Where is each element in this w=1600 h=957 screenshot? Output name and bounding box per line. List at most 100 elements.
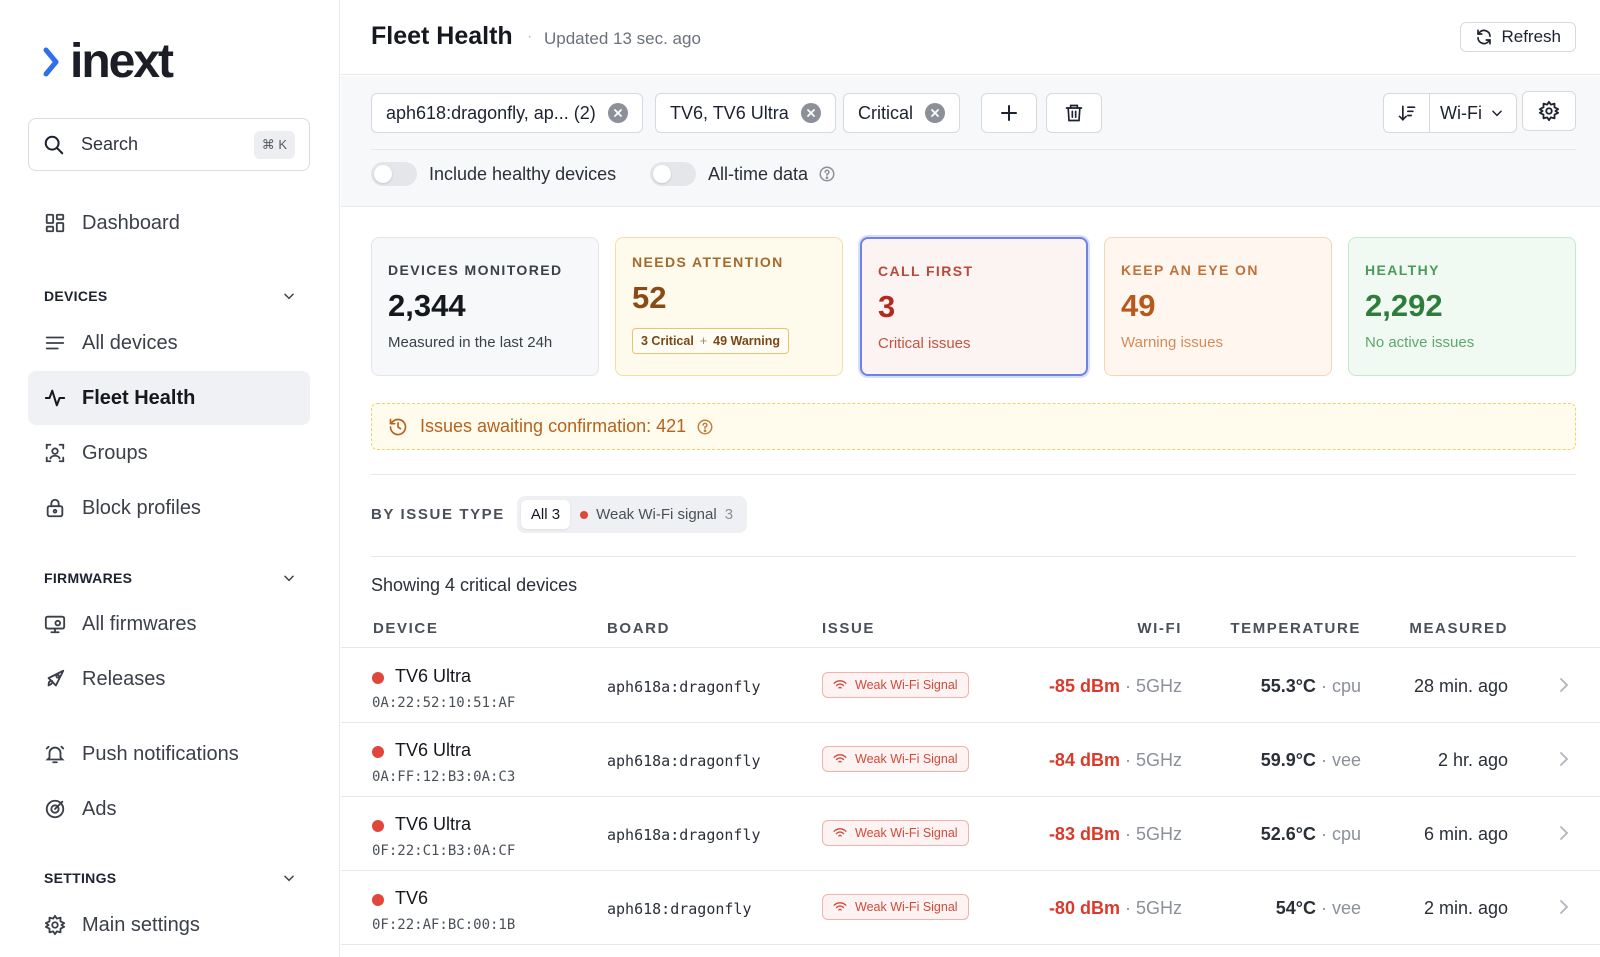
logo[interactable]: inext — [42, 38, 174, 86]
card-label: DEVICES MONITORED — [388, 262, 563, 278]
sidebar-item-push-notifications[interactable]: Push notifications — [28, 727, 310, 781]
wifi-reading: -83 dBm · 5GHz — [1048, 824, 1182, 844]
status-dot — [372, 894, 384, 906]
sidebar-item-ads[interactable]: Ads — [28, 782, 310, 836]
add-filter-button[interactable] — [981, 93, 1037, 133]
column-temperature[interactable]: TEMPERATURE — [1230, 620, 1361, 637]
plus-icon — [1001, 105, 1017, 121]
column-measured[interactable]: MEASURED — [1409, 620, 1508, 637]
card-subtitle: Measured in the last 24h — [388, 334, 553, 351]
close-icon[interactable] — [607, 103, 628, 123]
stat-card-keep-an-eye-on[interactable]: KEEP AN EYE ON 49 Warning issues — [1104, 237, 1332, 376]
section-devices[interactable]: DEVICES — [44, 288, 296, 304]
temperature-reading: 55.3°C · cpu — [1260, 676, 1361, 696]
sidebar-item-main-settings[interactable]: Main settings — [28, 898, 310, 952]
issue-label: Weak Wi-Fi Signal — [855, 900, 958, 914]
card-subtitle: No active issues — [1365, 334, 1475, 351]
filter-chip-model[interactable]: TV6, TV6 Ultra — [655, 93, 836, 133]
column-device[interactable]: DEVICE — [373, 620, 438, 637]
sidebar-item-releases[interactable]: Releases — [28, 652, 310, 706]
filter-chip-board[interactable]: aph618:dragonfly, ap... (2) — [371, 93, 643, 133]
sort-field-dropdown[interactable]: Wi-Fi — [1430, 103, 1516, 124]
device-board: aph618a:dragonfly — [607, 752, 761, 770]
issue-badge: Weak Wi-Fi Signal — [822, 672, 969, 698]
table-row[interactable]: TV6 Ultra 0A:22:52:10:51:AF aph618a:drag… — [341, 649, 1600, 723]
close-icon[interactable] — [925, 103, 946, 123]
toggle-switch[interactable] — [650, 162, 696, 186]
filter-bar: aph618:dragonfly, ap... (2) TV6, TV6 Ult… — [341, 76, 1600, 207]
search-shortcut: ⌘ K — [253, 130, 295, 159]
table-row[interactable]: TV6 Ultra 0A:FF:12:B3:0A:C3 aph618a:drag… — [341, 723, 1600, 797]
device-mac: 0F:22:C1:B3:0A:CF — [372, 843, 516, 859]
stat-card-call-first[interactable]: CALL FIRST 3 Critical issues — [860, 237, 1088, 376]
sidebar-item-block-profiles[interactable]: Block profiles — [28, 481, 310, 535]
sidebar-item-groups[interactable]: Groups — [28, 426, 310, 480]
stat-card-needs-attention[interactable]: NEEDS ATTENTION 52 3 Critical + 49 Warni… — [615, 237, 843, 376]
trash-icon — [1065, 104, 1083, 122]
gear-icon — [1538, 100, 1560, 122]
chevron-right-icon — [43, 47, 59, 77]
warning-count: 49 Warning — [713, 334, 781, 348]
filter-chip-severity[interactable]: Critical — [843, 93, 961, 133]
device-mac: 0F:22:AF:BC:00:1B — [372, 917, 516, 933]
measured-time: 2 hr. ago — [1437, 750, 1508, 770]
wifi-reading: -80 dBm · 5GHz — [1048, 898, 1182, 918]
search-input[interactable]: Search ⌘ K — [28, 118, 310, 171]
device-name: TV6 Ultra — [395, 814, 472, 834]
help-icon[interactable] — [696, 418, 714, 436]
help-icon[interactable] — [818, 165, 836, 183]
issue-type-name: Weak Wi-Fi signal — [596, 506, 717, 523]
chevron-down-icon — [1492, 110, 1502, 117]
status-dot — [580, 510, 589, 519]
toggle-switch[interactable] — [371, 162, 417, 186]
sidebar-item-all-firmwares[interactable]: All firmwares — [28, 597, 310, 651]
list-icon — [45, 336, 65, 350]
column-board[interactable]: BOARD — [607, 620, 670, 637]
sidebar-item-dashboard[interactable]: Dashboard — [28, 196, 310, 250]
temperature-reading: 52.6°C · cpu — [1260, 824, 1361, 844]
section-settings[interactable]: SETTINGS — [44, 870, 296, 886]
card-label: CALL FIRST — [878, 263, 974, 279]
search-placeholder: Search — [81, 134, 139, 154]
table-settings-button[interactable] — [1522, 91, 1576, 131]
sidebar-item-label: Dashboard — [82, 211, 180, 234]
chip-label: TV6, TV6 Ultra — [670, 102, 789, 123]
refresh-button[interactable]: Refresh — [1460, 22, 1576, 52]
plus-separator: + — [699, 334, 708, 348]
sidebar-item-fleet-health[interactable]: Fleet Health — [28, 371, 310, 425]
header: Fleet Health · Updated 13 sec. ago Refre… — [341, 0, 1600, 75]
table-row[interactable]: TV6 Ultra 0F:22:C1:B3:0A:CF aph618a:drag… — [341, 797, 1600, 871]
clear-filters-button[interactable] — [1046, 93, 1102, 133]
status-dot — [372, 672, 384, 684]
issue-type-all[interactable]: All 3 — [520, 500, 571, 529]
awaiting-label: Issues awaiting confirmation: 421 — [420, 416, 687, 436]
issue-badge: Weak Wi-Fi Signal — [822, 894, 969, 920]
table-row[interactable]: TV6 0F:22:AF:BC:00:1B aph618:dragonfly W… — [341, 871, 1600, 945]
close-icon[interactable] — [800, 103, 821, 123]
sidebar-item-label: Main settings — [82, 913, 200, 936]
card-subtitle: Warning issues — [1121, 334, 1223, 351]
column-issue[interactable]: ISSUE — [822, 620, 875, 637]
issue-type-count: 3 — [724, 506, 734, 523]
measured-time: 2 min. ago — [1423, 898, 1508, 918]
sort-control[interactable]: Wi-Fi — [1383, 93, 1517, 133]
sort-field-label: Wi-Fi — [1440, 102, 1482, 123]
section-label: SETTINGS — [44, 870, 117, 886]
include-healthy-toggle[interactable]: Include healthy devices — [371, 162, 616, 186]
attention-breakdown: 3 Critical + 49 Warning — [632, 328, 790, 354]
section-firmwares[interactable]: FIRMWARES — [44, 570, 296, 586]
chevron-right-icon — [1560, 678, 1569, 692]
issue-label: Weak Wi-Fi Signal — [855, 752, 958, 766]
all-time-toggle[interactable]: All-time data — [650, 162, 836, 186]
awaiting-confirmation-banner[interactable]: Issues awaiting confirmation: 421 — [371, 403, 1576, 450]
sort-direction-button[interactable] — [1384, 94, 1431, 132]
column-wifi[interactable]: WI-FI — [1137, 620, 1182, 637]
stat-card-healthy[interactable]: HEALTHY 2,292 No active issues — [1348, 237, 1576, 376]
device-name: TV6 Ultra — [395, 740, 472, 760]
issue-type-weak-wifi[interactable]: Weak Wi-Fi signal 3 — [570, 500, 743, 529]
sidebar-item-label: Ads — [82, 797, 117, 820]
card-value: 3 — [878, 289, 896, 324]
sidebar-item-all-devices[interactable]: All devices — [28, 316, 310, 370]
bell-icon — [45, 745, 65, 764]
sidebar-item-label: Push notifications — [82, 742, 239, 765]
